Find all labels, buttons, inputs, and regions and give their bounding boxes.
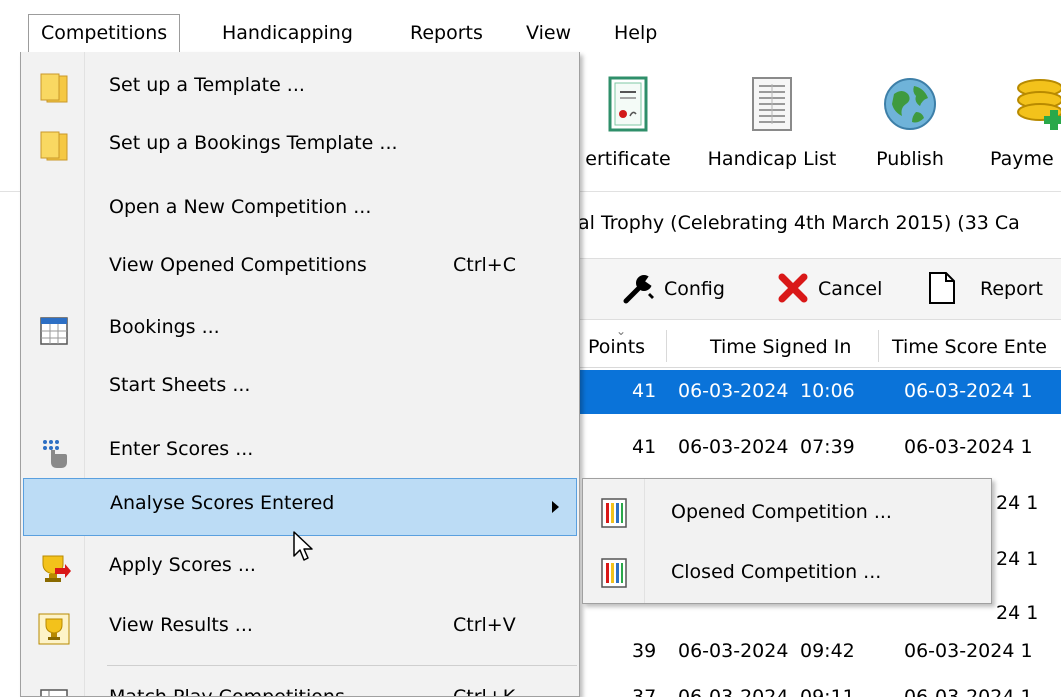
- coins-icon: [1017, 79, 1061, 130]
- menu-competitions[interactable]: Competitions: [28, 14, 181, 52]
- menu-item-bookings[interactable]: Bookings ...: [23, 302, 577, 360]
- column-separator: [878, 330, 879, 362]
- column-separator: [666, 330, 667, 362]
- globe-icon: [884, 78, 936, 130]
- payments-label: Payme: [990, 148, 1054, 170]
- document-icon: [929, 272, 955, 304]
- menu-help[interactable]: Help: [602, 14, 669, 52]
- menu-item-set-up-template[interactable]: Set up a Template ...: [23, 60, 577, 118]
- certificate-icon: [608, 76, 648, 132]
- mouse-cursor-icon: [293, 531, 313, 561]
- handicap-list-label: Handicap List: [707, 148, 837, 170]
- submenu-item-closed-competition[interactable]: Closed Competition ...: [585, 543, 989, 601]
- analysis-sheet-icon: [601, 558, 627, 588]
- bookings-template-icon: [40, 131, 68, 161]
- menu-item-view-opened-competitions[interactable]: View Opened Competitions Ctrl+C: [23, 240, 577, 298]
- grid-toolbar: Config Cancel Report: [560, 258, 1061, 320]
- menu-item-open-new-competition[interactable]: Open a New Competition ...: [23, 182, 577, 240]
- cancel-button[interactable]: Cancel: [778, 271, 906, 307]
- config-label: Config: [664, 278, 725, 300]
- match-play-icon: [40, 689, 68, 696]
- menu-item-view-results[interactable]: View Results ... Ctrl+V: [23, 600, 577, 658]
- analyse-scores-submenu: Opened Competition ... Closed Competitio…: [582, 478, 992, 604]
- payments-button[interactable]: Payme: [990, 76, 1061, 170]
- bookings-grid-icon: [40, 317, 68, 345]
- table-row[interactable]: 39 06-03-2024 09:42 06-03-2024 1: [560, 630, 1061, 674]
- menu-view[interactable]: View: [514, 14, 583, 52]
- report-label: Report: [980, 278, 1043, 300]
- handicap-list-icon: [752, 77, 792, 131]
- trophy-icon: [38, 613, 70, 645]
- wrench-icon: [623, 275, 656, 304]
- menu-item-match-play-competitions[interactable]: Match Play Competitions ... Ctrl+K: [23, 672, 577, 697]
- cancel-label: Cancel: [818, 278, 883, 300]
- shortcut-ctrl-k: Ctrl+K: [453, 686, 516, 697]
- config-button[interactable]: Config: [622, 271, 746, 307]
- menu-handicapping[interactable]: Handicapping: [210, 14, 365, 52]
- table-row[interactable]: 41 06-03-2024 10:06 06-03-2024 1: [560, 370, 1061, 414]
- red-x-icon: [778, 273, 808, 303]
- competitions-menu: Set up a Template ... Set up a Bookings …: [20, 52, 580, 697]
- certificate-button[interactable]: ertificate: [578, 76, 678, 170]
- competition-title: al Trophy (Celebrating 4th March 2015) (…: [578, 212, 1020, 234]
- menu-reports[interactable]: Reports: [398, 14, 495, 52]
- menu-item-analyse-scores-entered[interactable]: Analyse Scores Entered: [23, 478, 577, 536]
- submenu-arrow-icon: [552, 501, 559, 513]
- menu-bar: Competitions Handicapping Reports View H…: [0, 0, 1061, 52]
- table-row[interactable]: 41 06-03-2024 07:39 06-03-2024 1: [560, 426, 1061, 470]
- menu-item-enter-scores[interactable]: Enter Scores ...: [23, 424, 577, 482]
- column-time-score-entered[interactable]: Time Score Ente: [892, 336, 1047, 358]
- menu-item-start-sheets[interactable]: Start Sheets ...: [23, 360, 577, 418]
- trophy-arrow-icon: [42, 555, 71, 582]
- publish-label: Publish: [876, 148, 944, 170]
- shortcut-ctrl-v: Ctrl+V: [453, 614, 516, 636]
- certificate-label: ertificate: [585, 148, 671, 170]
- submenu-item-opened-competition[interactable]: Opened Competition ...: [585, 483, 989, 541]
- column-time-signed-in[interactable]: Time Signed In: [710, 336, 851, 358]
- menu-item-set-up-bookings-template[interactable]: Set up a Bookings Template ...: [23, 118, 577, 176]
- template-icon: [40, 73, 68, 103]
- table-row[interactable]: 37 06-03-2024 09:11 06-03-2024 1: [560, 676, 1061, 697]
- report-button[interactable]: Report: [928, 271, 1061, 307]
- keypad-hand-icon: [43, 440, 67, 468]
- menu-separator: [107, 665, 577, 666]
- shortcut-ctrl-c: Ctrl+C: [453, 254, 516, 276]
- sort-arrow-icon: ⌄: [616, 324, 627, 338]
- handicap-list-button[interactable]: Handicap List: [702, 76, 842, 170]
- grid-header: Points ⌄ Time Signed In Time Score Ente: [560, 324, 1061, 368]
- publish-button[interactable]: Publish: [868, 76, 952, 170]
- analysis-sheet-icon: [601, 498, 627, 528]
- column-points[interactable]: Points: [588, 336, 645, 358]
